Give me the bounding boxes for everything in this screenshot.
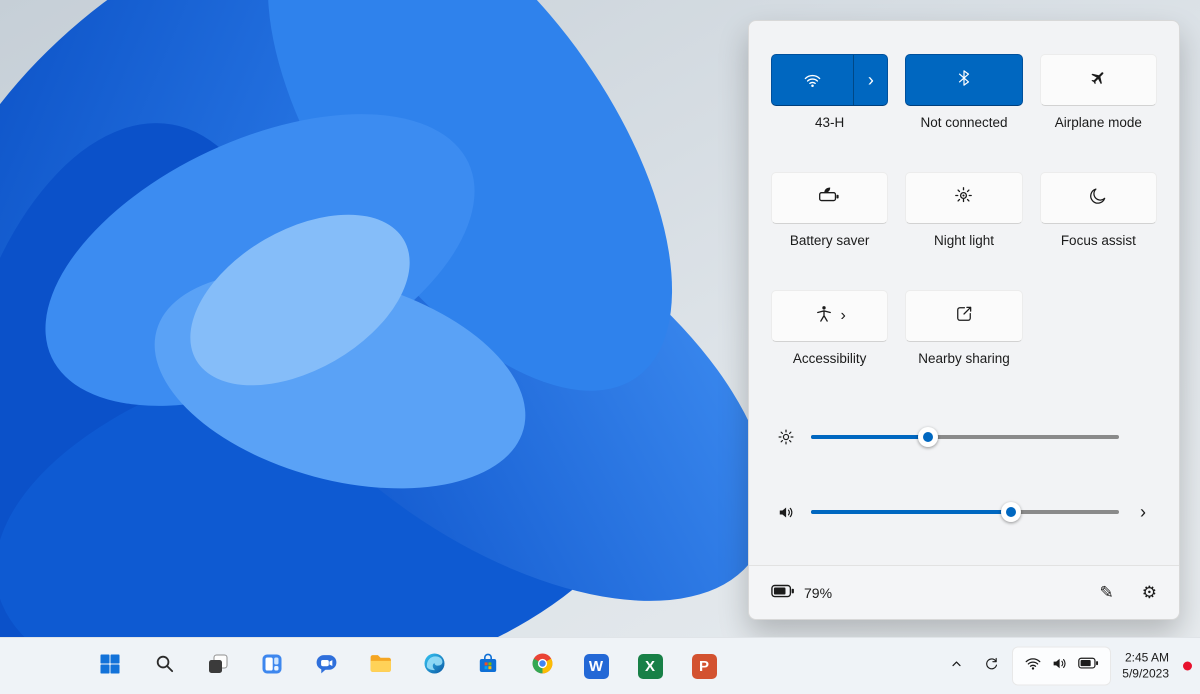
word-letter: W <box>589 658 603 675</box>
chrome-icon <box>530 651 555 681</box>
moon-icon <box>1088 186 1108 211</box>
chat-icon <box>314 651 339 681</box>
speaker-tray-icon <box>1051 655 1069 678</box>
accessibility-label: Accessibility <box>771 351 888 366</box>
airplane-mode-toggle[interactable] <box>1040 54 1157 106</box>
wifi-icon <box>772 55 853 105</box>
quick-settings-grid: › 43-H Not connected <box>771 54 1157 408</box>
nearby-sharing-cell: Nearby sharing <box>905 290 1022 366</box>
battery-status: 79% <box>771 583 832 603</box>
airplane-cell: Airplane mode <box>1040 54 1157 130</box>
speaker-icon <box>775 503 797 522</box>
nearby-sharing-toggle[interactable] <box>905 290 1022 342</box>
share-icon <box>954 304 974 329</box>
wifi-label: 43-H <box>771 115 888 130</box>
focus-assist-toggle[interactable] <box>1040 172 1157 224</box>
brightness-slider-row <box>775 422 1153 452</box>
edge-icon <box>422 651 447 681</box>
search-button[interactable] <box>144 646 184 686</box>
battery-saver-toggle[interactable] <box>771 172 888 224</box>
empty-cell <box>1040 290 1157 366</box>
night-light-icon <box>953 185 974 211</box>
edge-button[interactable] <box>414 646 454 686</box>
excel-letter: X <box>645 658 655 675</box>
night-light-toggle[interactable] <box>905 172 1022 224</box>
battery-saver-icon <box>818 185 841 211</box>
volume-output-chevron[interactable]: › <box>1133 502 1153 523</box>
system-tray: 2:45 AM 5/9/2023 <box>942 647 1192 686</box>
battery-icon <box>771 583 795 603</box>
bluetooth-cell: Not connected <box>905 54 1022 130</box>
taskbar: W X P <box>0 637 1200 694</box>
airplane-mode-label: Airplane mode <box>1040 115 1157 130</box>
notification-badge <box>1183 662 1192 671</box>
bluetooth-icon <box>955 69 973 92</box>
battery-tray-icon <box>1078 657 1099 676</box>
volume-slider-row: › <box>775 497 1153 527</box>
gear-icon[interactable]: ⚙ <box>1142 583 1157 603</box>
widgets-button[interactable] <box>252 646 292 686</box>
task-view-button[interactable] <box>198 646 238 686</box>
brightness-icon <box>775 428 797 446</box>
excel-icon: X <box>638 654 663 679</box>
bluetooth-toggle[interactable] <box>905 54 1022 106</box>
brightness-slider-fill <box>811 435 928 439</box>
night-light-cell: Night light <box>905 172 1022 248</box>
taskbar-app-icons: W X P <box>90 646 724 686</box>
wifi-expand-chevron[interactable]: › <box>854 55 887 105</box>
battery-saver-label: Battery saver <box>771 233 888 248</box>
search-icon <box>153 652 176 680</box>
quick-settings-tray-button[interactable] <box>1012 647 1111 686</box>
quick-settings-footer: 79% ✎ ⚙ <box>749 565 1179 619</box>
sync-status-button[interactable] <box>977 650 1005 682</box>
powerpoint-button[interactable]: P <box>684 646 724 686</box>
microsoft-store-icon <box>476 652 500 681</box>
focus-assist-cell: Focus assist <box>1040 172 1157 248</box>
accessibility-cell: › Accessibility <box>771 290 888 366</box>
pencil-icon[interactable]: ✎ <box>1100 583 1114 603</box>
clock-time: 2:45 AM <box>1122 650 1169 666</box>
powerpoint-letter: P <box>699 658 709 675</box>
clock[interactable]: 2:45 AM 5/9/2023 <box>1118 648 1173 683</box>
file-explorer-button[interactable] <box>360 646 400 686</box>
word-icon: W <box>584 654 609 679</box>
sync-icon <box>983 655 1000 677</box>
start-button[interactable] <box>90 646 130 686</box>
wifi-cell: › 43-H <box>771 54 888 130</box>
brightness-slider-track[interactable] <box>811 435 1119 439</box>
airplane-icon <box>1088 67 1109 93</box>
tray-overflow-button[interactable] <box>942 650 970 682</box>
accessibility-expand-chevron[interactable]: › <box>841 308 846 324</box>
battery-percent-label: 79% <box>804 585 832 601</box>
chrome-button[interactable] <box>522 646 562 686</box>
quick-settings-panel: › 43-H Not connected <box>748 20 1180 620</box>
footer-actions: ✎ ⚙ <box>1100 583 1158 603</box>
powerpoint-icon: P <box>692 654 717 679</box>
wifi-toggle[interactable]: › <box>771 54 888 106</box>
clock-date: 5/9/2023 <box>1122 666 1169 682</box>
task-view-icon <box>206 652 230 681</box>
night-light-label: Night light <box>905 233 1022 248</box>
windows-logo-icon <box>98 652 122 681</box>
nearby-sharing-label: Nearby sharing <box>905 351 1022 366</box>
wifi-tray-icon <box>1024 655 1042 678</box>
brightness-slider-thumb[interactable] <box>918 427 938 447</box>
focus-assist-label: Focus assist <box>1040 233 1157 248</box>
volume-slider-thumb[interactable] <box>1001 502 1021 522</box>
chevron-up-icon <box>948 655 965 677</box>
file-explorer-icon <box>368 651 393 681</box>
volume-slider-track[interactable] <box>811 510 1119 514</box>
microsoft-store-button[interactable] <box>468 646 508 686</box>
battery-saver-cell: Battery saver <box>771 172 888 248</box>
volume-slider-fill <box>811 510 1011 514</box>
excel-button[interactable]: X <box>630 646 670 686</box>
widgets-icon <box>260 652 284 681</box>
chat-button[interactable] <box>306 646 346 686</box>
accessibility-toggle[interactable]: › <box>771 290 888 342</box>
bluetooth-label: Not connected <box>905 115 1022 130</box>
word-button[interactable]: W <box>576 646 616 686</box>
accessibility-icon <box>814 304 834 329</box>
